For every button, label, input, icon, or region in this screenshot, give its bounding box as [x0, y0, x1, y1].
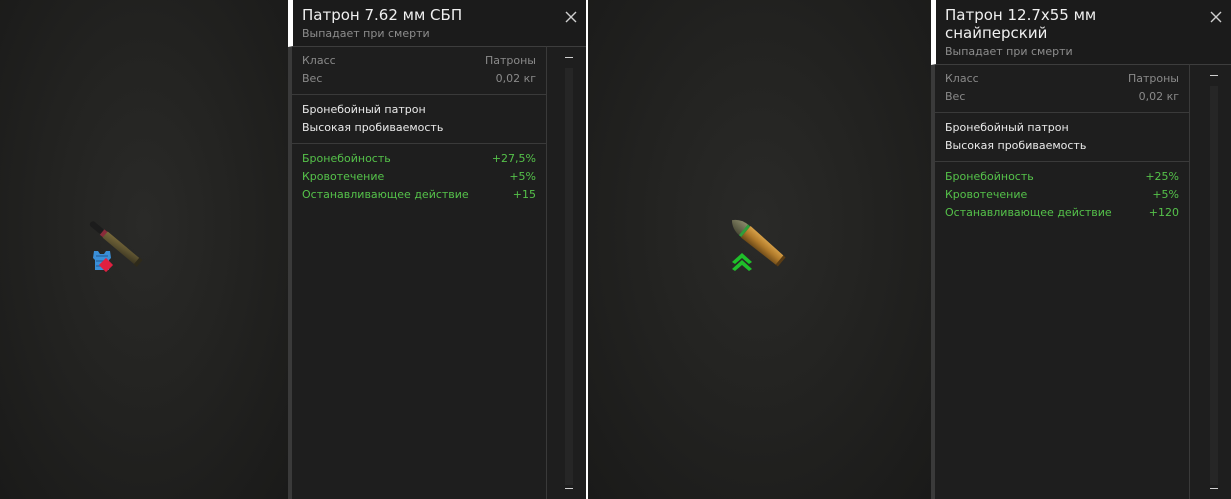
- scrollbar[interactable]: [1195, 64, 1231, 499]
- stat-value: +5%: [1152, 188, 1179, 201]
- stat-label: Останавливающее действие: [945, 206, 1112, 219]
- item-preview-area: [588, 0, 931, 499]
- description-section: Бронебойный патрон Высокая пробиваемость: [292, 95, 546, 144]
- scroll-bottom-cap: [565, 488, 573, 489]
- item-preview-area: [0, 0, 288, 499]
- stat-row-bleeding: Кровотечение +5%: [302, 168, 536, 186]
- stat-label: Бронебойность: [945, 170, 1034, 183]
- basic-info-section: Класс Патроны Вес 0,02 кг: [935, 64, 1189, 113]
- description-line: Бронебойный патрон: [302, 103, 426, 116]
- class-label: Класс: [945, 72, 979, 85]
- class-row: Класс Патроны: [302, 52, 536, 70]
- stats-section: Бронебойность +25% Кровотечение +5% Оста…: [935, 162, 1189, 228]
- stat-value: +5%: [509, 170, 536, 183]
- stat-label: Бронебойность: [302, 152, 391, 165]
- close-icon[interactable]: [1209, 10, 1223, 24]
- scroll-track[interactable]: [565, 68, 573, 485]
- description-line: Высокая пробиваемость: [302, 121, 444, 134]
- stat-value: +27,5%: [491, 152, 536, 165]
- tooltip-header: Патрон 12.7x55 мм снайперский Выпадает п…: [931, 0, 1231, 65]
- stat-label: Останавливающее действие: [302, 188, 469, 201]
- stat-value: +25%: [1145, 170, 1179, 183]
- class-row: Класс Патроны: [945, 70, 1179, 88]
- scroll-top-cap: [1210, 75, 1218, 76]
- drop-on-death-note: Выпадает при смерти: [945, 45, 1073, 58]
- item-tooltip-panel: Патрон 12.7x55 мм снайперский Выпадает п…: [931, 0, 1231, 499]
- item-title: Патрон 7.62 мм СБП: [302, 6, 463, 24]
- stat-label: Кровотечение: [945, 188, 1028, 201]
- rank-up-chevron-icon: [732, 253, 752, 271]
- weight-value: 0,02 кг: [495, 72, 536, 85]
- stat-row-armor-piercing: Бронебойность +27,5%: [302, 150, 536, 168]
- item-view-762: Патрон 7.62 мм СБП Выпадает при смерти К…: [0, 0, 586, 499]
- scroll-track[interactable]: [1210, 86, 1218, 485]
- armor-vest-icon: [93, 251, 114, 273]
- stat-row-armor-piercing: Бронебойность +25%: [945, 168, 1179, 186]
- stat-row-stopping-power: Останавливающее действие +15: [302, 186, 536, 204]
- description-section: Бронебойный патрон Высокая пробиваемость: [935, 113, 1189, 162]
- tooltip-content: Класс Патроны Вес 0,02 кг Бронебойный па…: [292, 46, 547, 499]
- weight-row: Вес 0,02 кг: [302, 70, 536, 88]
- scroll-top-cap: [565, 57, 573, 58]
- description-line: Бронебойный патрон: [945, 121, 1069, 134]
- weight-value: 0,02 кг: [1138, 90, 1179, 103]
- stat-value: +120: [1148, 206, 1179, 219]
- close-icon[interactable]: [564, 10, 578, 24]
- stats-section: Бронебойность +27,5% Кровотечение +5% Ос…: [292, 144, 546, 210]
- tooltip-content: Класс Патроны Вес 0,02 кг Бронебойный па…: [935, 64, 1190, 499]
- item-view-127: Патрон 12.7x55 мм снайперский Выпадает п…: [588, 0, 1231, 499]
- description-line: Высокая пробиваемость: [945, 139, 1087, 152]
- class-label: Класс: [302, 54, 336, 67]
- item-title: Патрон 12.7x55 мм снайперский: [945, 6, 1097, 42]
- stat-label: Кровотечение: [302, 170, 385, 183]
- item-tooltip-panel: Патрон 7.62 мм СБП Выпадает при смерти К…: [288, 0, 586, 499]
- class-value: Патроны: [1127, 72, 1179, 85]
- scrollbar[interactable]: [550, 46, 586, 499]
- stat-row-stopping-power: Останавливающее действие +120: [945, 204, 1179, 222]
- class-value: Патроны: [484, 54, 536, 67]
- basic-info-section: Класс Патроны Вес 0,02 кг: [292, 46, 546, 95]
- weight-label: Вес: [945, 90, 966, 103]
- weight-row: Вес 0,02 кг: [945, 88, 1179, 106]
- scroll-bottom-cap: [1210, 488, 1218, 489]
- stat-row-bleeding: Кровотечение +5%: [945, 186, 1179, 204]
- tooltip-header: Патрон 7.62 мм СБП Выпадает при смерти: [288, 0, 586, 47]
- weight-label: Вес: [302, 72, 323, 85]
- drop-on-death-note: Выпадает при смерти: [302, 27, 430, 40]
- stat-value: +15: [512, 188, 536, 201]
